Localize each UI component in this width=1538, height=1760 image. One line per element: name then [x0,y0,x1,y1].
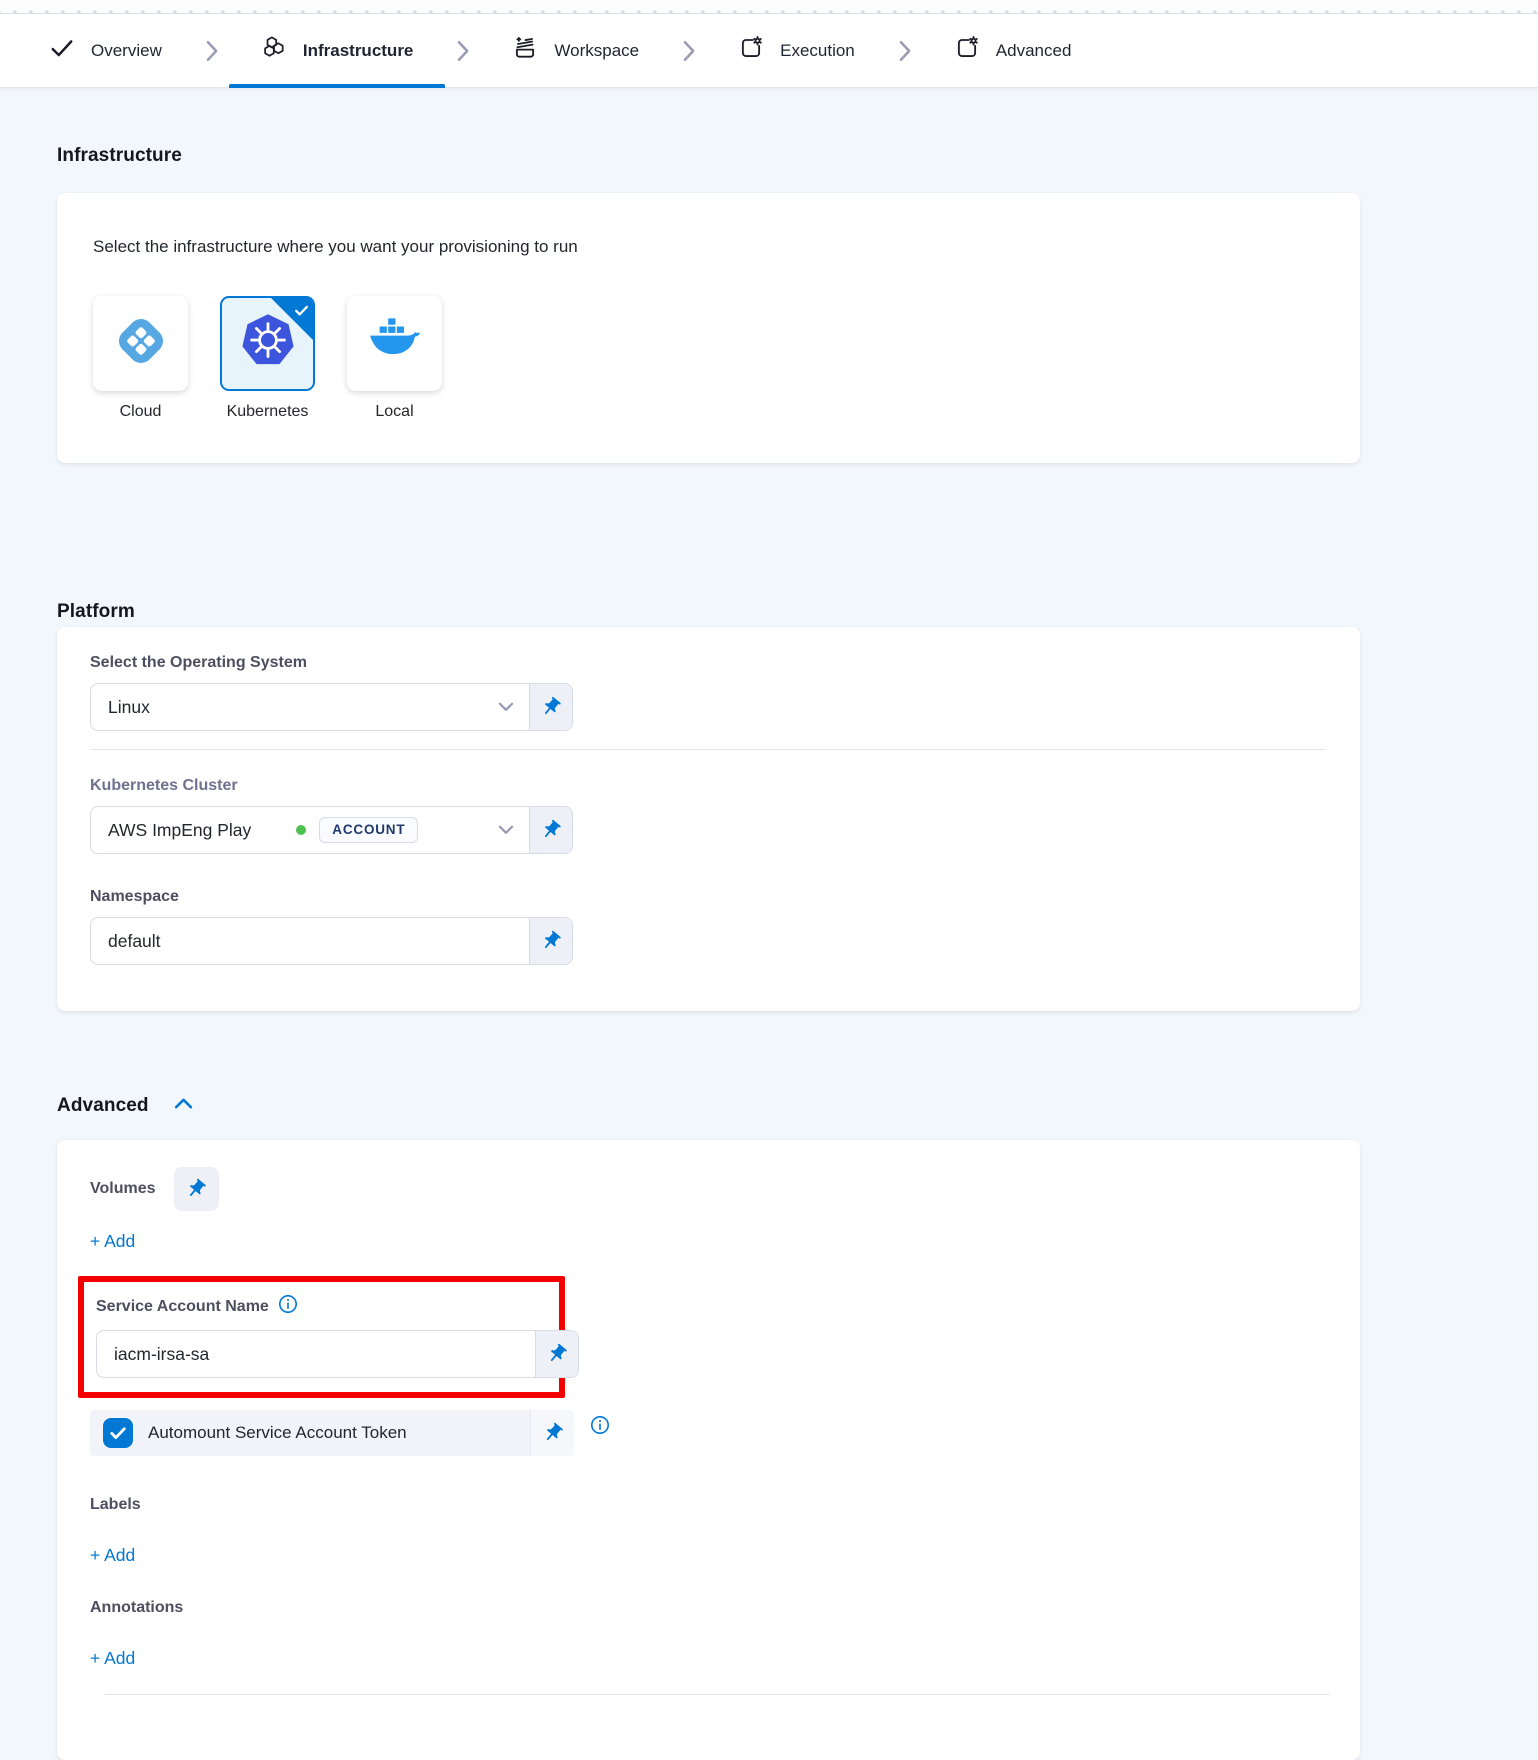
docker-icon [366,312,424,375]
cluster-select[interactable]: AWS ImpEng Play ACCOUNT [90,806,573,854]
annotations-label: Annotations [90,1599,1360,1617]
pin-button[interactable] [530,1410,574,1456]
pin-button[interactable] [529,807,572,853]
tile-local[interactable] [347,296,442,391]
infrastructure-description: Select the infrastructure where you want… [93,237,1324,257]
pin-button[interactable] [529,684,572,730]
pin-button[interactable] [535,1331,578,1377]
volumes-pin-button[interactable] [174,1167,219,1211]
os-select-value: Linux [91,697,150,718]
namespace-input[interactable] [91,918,529,964]
tab-advanced[interactable]: Advanced [944,14,1082,88]
tab-overview[interactable]: Overview [39,14,172,88]
add-annotations-link[interactable]: + Add [90,1648,135,1669]
tile-label-kubernetes: Kubernetes [227,403,309,421]
chevron-down-icon [498,825,514,835]
advanced-card: Volumes + Add Service Account Name [57,1140,1360,1760]
labels-label: Labels [90,1496,1360,1514]
infra-option-cloud: Cloud [93,296,188,421]
namespace-field [90,917,573,965]
tile-label-local: Local [375,403,413,421]
account-scope-badge: ACCOUNT [319,817,418,843]
service-account-label: Service Account Name [96,1298,269,1316]
pipeline-canvas-dots [0,0,1538,14]
chevron-right-icon [204,37,219,65]
info-icon[interactable] [278,1294,298,1319]
chevron-down-icon [498,702,514,712]
divider [105,1694,1330,1695]
namespace-label: Namespace [90,888,1360,906]
tab-label: Overview [91,41,162,61]
cluster-label: Kubernetes Cluster [90,777,1360,795]
collapse-chevron-up-icon[interactable] [174,1097,193,1115]
tab-label: Execution [780,41,855,61]
automount-checkbox[interactable] [103,1418,133,1448]
add-labels-link[interactable]: + Add [90,1545,135,1566]
service-account-input[interactable] [97,1331,535,1377]
cluster-select-value: AWS ImpEng Play [91,820,251,841]
automount-label: Automount Service Account Token [148,1423,407,1443]
info-icon[interactable] [590,1415,610,1440]
infra-option-kubernetes: Kubernetes [220,296,315,421]
active-tab-underline [229,84,446,88]
tab-workspace[interactable]: Workspace [502,14,649,88]
cloud-icon [112,312,170,375]
tile-kubernetes[interactable] [220,296,315,391]
infra-option-local: Local [347,296,442,421]
os-label: Select the Operating System [90,654,1360,672]
hexagons-icon [261,35,287,66]
tab-label: Advanced [996,41,1072,61]
chevron-right-icon [897,37,912,65]
stack-icon [512,35,538,66]
infrastructure-options: Cloud [93,296,1324,421]
advanced-heading: Advanced [57,1095,149,1117]
platform-heading: Platform [57,601,1538,623]
automount-row: Automount Service Account Token [90,1410,574,1456]
service-account-field [96,1330,579,1378]
divider [90,749,1326,750]
infrastructure-heading: Infrastructure [57,145,1538,167]
connected-status-dot [296,825,306,835]
platform-card: Select the Operating System Linux Kubern… [57,627,1360,1011]
tile-cloud[interactable] [93,296,188,391]
os-select[interactable]: Linux [90,683,573,731]
tile-label-cloud: Cloud [120,403,162,421]
stage-gear-icon [738,35,764,66]
selected-check-icon [293,302,310,324]
tab-label: Workspace [554,41,639,61]
tab-execution[interactable]: Execution [728,14,865,88]
chevron-right-icon [681,37,696,65]
stage-gear-icon [954,35,980,66]
add-volume-link[interactable]: + Add [90,1231,135,1252]
check-icon [49,35,75,66]
tab-label: Infrastructure [303,41,414,61]
stage-tab-bar: Overview Infrastructure Workspace [0,14,1538,88]
infrastructure-card: Select the infrastructure where you want… [57,193,1360,463]
volumes-label: Volumes [90,1180,156,1198]
service-account-highlight-box: Service Account Name [78,1276,565,1398]
chevron-right-icon [455,37,470,65]
pin-button[interactable] [529,918,572,964]
tab-infrastructure[interactable]: Infrastructure [251,14,424,88]
